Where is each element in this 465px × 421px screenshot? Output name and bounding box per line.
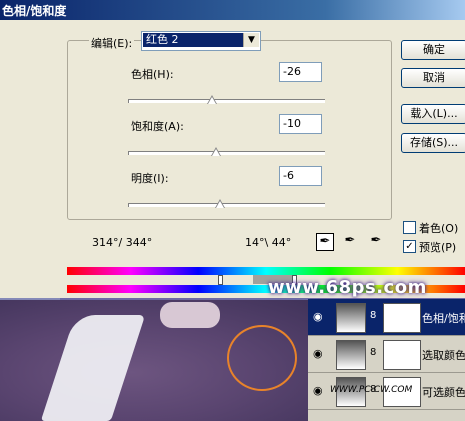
- dialog-titlebar[interactable]: 色相/饱和度: [0, 0, 465, 20]
- spectrum-bar-top: [67, 267, 465, 275]
- saturation-label: 饱和度(A):: [131, 120, 184, 133]
- layer-name: 选取颜色: [422, 349, 465, 362]
- eye-icon[interactable]: ◉: [313, 384, 323, 397]
- layer-row[interactable]: ◉ 8 色相/饱和: [308, 299, 465, 336]
- link-icon: 8: [370, 347, 377, 358]
- layers-panel: ◉ 8 色相/饱和 ◉ 8 选取颜色 ◉ 8 可选颜色: [308, 299, 465, 421]
- range-left-readout: 314°/ 344°: [92, 236, 153, 249]
- ok-button[interactable]: 确定: [401, 40, 465, 60]
- highlight-circle: [227, 325, 297, 391]
- hue-label: 色相(H):: [131, 68, 174, 81]
- colorize-checkbox[interactable]: [403, 221, 416, 234]
- lightness-slider-track[interactable]: [128, 203, 325, 207]
- dialog-title: 色相/饱和度: [2, 4, 67, 18]
- load-button[interactable]: 载入(L)...: [401, 104, 465, 124]
- edit-select[interactable]: 红色 2 ▼: [141, 31, 261, 51]
- chevron-down-icon[interactable]: ▼: [243, 33, 259, 47]
- lightness-slider-thumb[interactable]: [215, 199, 226, 208]
- hue-slider-track[interactable]: [128, 99, 325, 103]
- eyedropper-minus-icon[interactable]: ✒: [368, 233, 384, 249]
- person: [160, 302, 220, 328]
- layer-name: 色相/饱和: [422, 312, 465, 325]
- layer-thumbnail: [336, 303, 366, 333]
- layer-mask: [383, 303, 421, 333]
- link-icon: 8: [370, 310, 377, 321]
- saturation-input[interactable]: -10: [279, 114, 322, 134]
- eye-icon[interactable]: ◉: [313, 347, 323, 360]
- edit-select-value: 红色 2: [143, 33, 244, 47]
- hue-saturation-dialog: 色相/饱和度 编辑(E): 红色 2 ▼ 色相(H): -26 饱和度(A): …: [0, 0, 465, 298]
- adjust-group: [67, 40, 392, 220]
- layer-name: 可选颜色: [422, 386, 465, 399]
- preview-checkbox[interactable]: ✓: [403, 240, 416, 253]
- eye-icon[interactable]: ◉: [313, 310, 323, 323]
- cancel-button[interactable]: 取消: [401, 68, 465, 88]
- save-button[interactable]: 存储(S)...: [401, 133, 465, 153]
- saturation-slider-thumb[interactable]: [211, 147, 222, 156]
- layer-row[interactable]: ◉ 8 选取颜色: [308, 336, 465, 373]
- site-watermark: WWW.PC-CW.COM: [330, 385, 413, 395]
- layer-thumbnail: [336, 340, 366, 370]
- watermark-68ps: www.68ps.com: [268, 277, 427, 298]
- colorize-label: 着色(O): [419, 222, 459, 235]
- saturation-slider-track[interactable]: [128, 151, 325, 155]
- hue-slider-thumb[interactable]: [206, 95, 217, 104]
- preview-label: 预览(P): [419, 241, 457, 254]
- layer-mask: [383, 340, 421, 370]
- hue-input[interactable]: -26: [279, 62, 322, 82]
- lightness-input[interactable]: -6: [279, 166, 322, 186]
- lightness-label: 明度(I):: [131, 172, 169, 185]
- range-right-readout: 14°\ 44°: [245, 236, 292, 249]
- edit-label: 编辑(E):: [89, 35, 135, 51]
- range-handle-left[interactable]: [218, 275, 223, 285]
- eyedropper-plus-icon[interactable]: ✒: [342, 233, 358, 249]
- eyedropper-icon[interactable]: ✒: [316, 233, 334, 251]
